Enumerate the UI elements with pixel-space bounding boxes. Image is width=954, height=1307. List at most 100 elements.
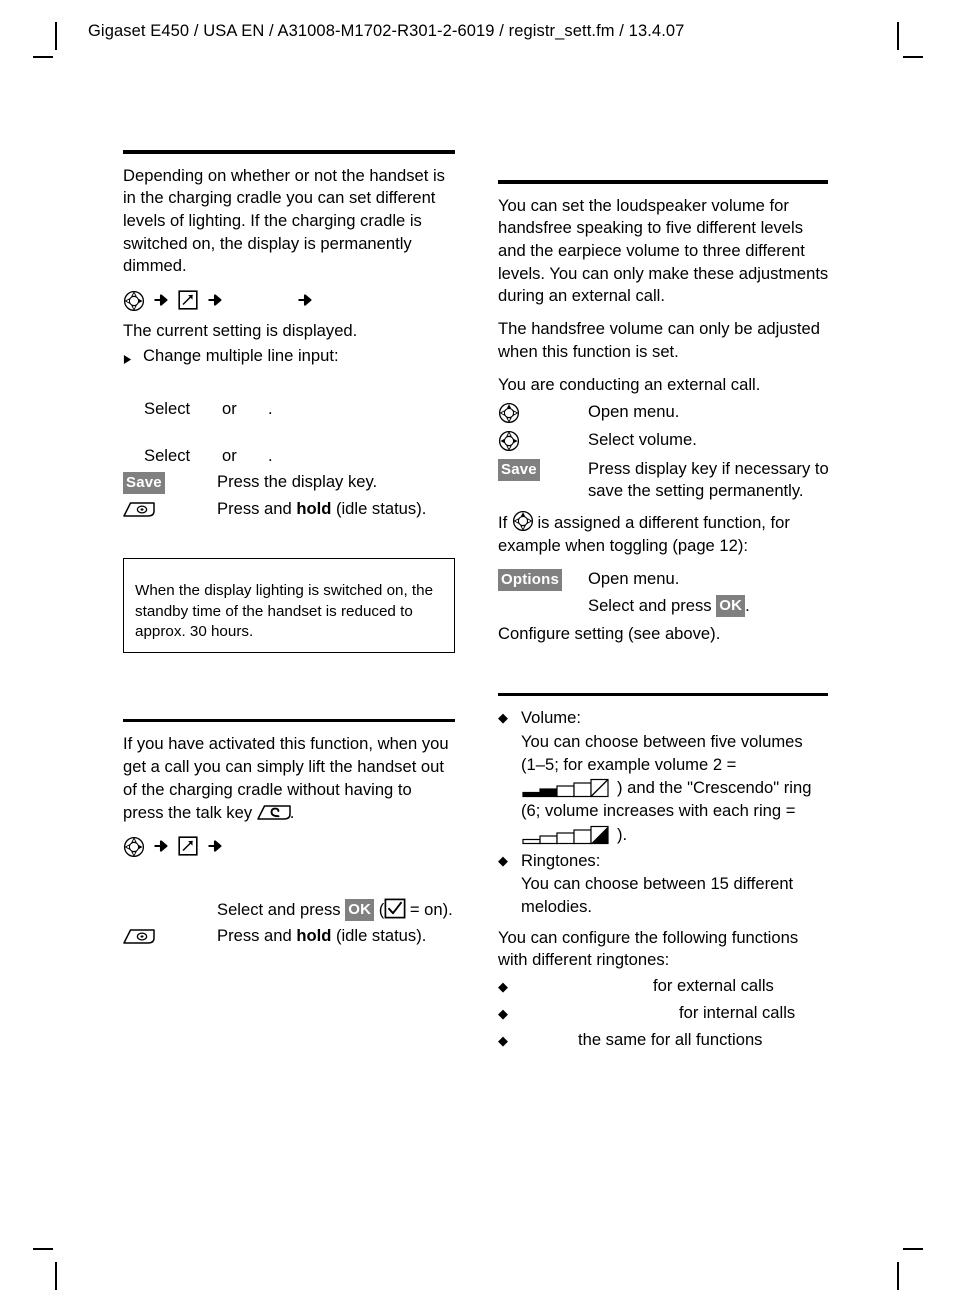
menu-path-auto-answer	[123, 834, 455, 858]
empty-key-cell	[498, 595, 588, 596]
left-column: Depending on whether or not the handset …	[123, 150, 455, 950]
display-lighting-intro: Depending on whether or not the handset …	[123, 165, 445, 276]
volume-line-5-text: ).	[617, 824, 628, 844]
diamond-bullet-icon: ◆	[498, 852, 508, 868]
nav-key-icon[interactable]	[123, 836, 145, 857]
step-save-setting-text: Press display key if necessary to save t…	[588, 458, 829, 501]
nav-key-up-icon[interactable]	[498, 402, 520, 424]
bullet-ringtones: ◆ Ringtones:	[498, 850, 830, 873]
select-row-2: Select or .	[123, 445, 455, 468]
menu-path-display-lighting	[123, 288, 455, 312]
term-item-all-label: the same for all functions	[578, 1029, 763, 1049]
crop-mark-bottom-right	[897, 1262, 899, 1290]
assigned-note-before: If	[498, 513, 512, 533]
configure-setting-text: Configure setting (see above).	[498, 624, 721, 643]
options-display-key[interactable]: Options	[498, 568, 563, 591]
section-rule-ringtones	[498, 692, 828, 697]
current-setting-text: The current setting is displayed.	[123, 321, 358, 341]
note-box-text: When the display lighting is switched on…	[135, 582, 434, 641]
step-end-call-text: Press and hold (idle status).	[217, 498, 455, 521]
select-row-1: Select or .	[123, 398, 455, 421]
diamond-bullet-icon: ◆	[498, 979, 508, 995]
select-label: Select	[144, 398, 191, 418]
end-call-key-icon[interactable]	[123, 928, 155, 945]
save-display-key[interactable]: Save	[123, 471, 165, 494]
open-paren: (	[374, 900, 385, 920]
step-select-ok-text: Select and press OK ( = on).	[217, 898, 455, 922]
bullet-volume: ◆ Volume:	[498, 707, 830, 730]
idle-status-suffix: (idle status).	[331, 926, 427, 946]
talk-key-icon[interactable]	[256, 804, 291, 821]
save-display-key[interactable]: Save	[498, 458, 540, 481]
step-select-volume: Select volume.	[498, 429, 830, 455]
end-call-key-cell	[123, 498, 217, 522]
arrow-right-icon	[207, 838, 223, 854]
crop-mark-lower-right	[903, 1248, 923, 1250]
nav-key-lr-cell	[498, 429, 588, 455]
step-end-call: Press and hold (idle status).	[123, 925, 455, 949]
end-call-key-cell	[123, 925, 217, 949]
assigned-note-after: is assigned a different function, for ex…	[498, 513, 790, 555]
options-display-key-cell: Options	[498, 568, 588, 592]
volume-line-3-text: ) and the "Crescendo" ring	[617, 778, 812, 798]
period-label: .	[268, 398, 273, 418]
ok-display-key[interactable]: OK	[345, 899, 375, 922]
empty-key-cell	[123, 898, 217, 899]
term-item-all: ◆ the same for all functions	[498, 1029, 830, 1052]
bullet-volume-body: You can choose between five volumes (1–5…	[498, 731, 830, 847]
auto-answer-intro-after: .	[289, 802, 295, 822]
precondition-text: You are conducting an external call.	[498, 374, 761, 394]
press-and-prefix: Press and	[217, 498, 297, 518]
step-select-volume-text: Select volume.	[588, 429, 697, 449]
ringtones-line-2: melodies.	[521, 896, 593, 916]
settings-key-icon[interactable]	[178, 836, 198, 856]
select-label: Select	[144, 446, 191, 466]
volume-line-4: (6; volume increases with each ring =	[521, 801, 796, 821]
term-item-internal: ◆ for internal calls	[498, 1002, 830, 1025]
page-header: Gigaset E450 / USA EN / A31008-M1702-R30…	[88, 22, 685, 40]
step-save: Save Press the display key.	[123, 471, 455, 495]
or-label: or	[222, 446, 237, 466]
arrow-right-icon	[297, 292, 313, 308]
change-multiple-line-input-item: Change multiple line input:	[123, 345, 455, 372]
volume-line-1: You can choose between five volumes	[521, 731, 803, 751]
nav-key-up-cell	[498, 401, 588, 427]
bullet-volume-title: Volume:	[521, 708, 581, 728]
step-select-press-ok: Select and press OK.	[498, 595, 830, 618]
press-and-prefix: Press and	[217, 926, 297, 946]
bullet-ringtones-title: Ringtones:	[521, 850, 601, 870]
diamond-bullet-icon: ◆	[498, 710, 508, 726]
crop-mark-upper-right	[903, 56, 923, 58]
term-item-external: ◆ for external calls	[498, 975, 830, 998]
options-steps: Options Open menu. Select and press OK.	[498, 568, 830, 618]
right-column: You can set the loudspeaker volume for h…	[498, 180, 830, 1051]
crop-mark-bottom-left	[55, 1262, 57, 1290]
volume-level-2-icon	[521, 776, 617, 798]
triangle-bullet-icon	[123, 345, 143, 372]
hold-emphasis: hold	[296, 926, 332, 946]
settings-key-icon[interactable]	[178, 290, 198, 310]
nav-key-up-icon[interactable]	[512, 510, 533, 532]
nav-key-lr-icon[interactable]	[498, 430, 520, 452]
save-display-key-cell: Save	[498, 458, 588, 482]
volume-steps: Open menu. Select volume. Save Press dis…	[498, 401, 830, 503]
step-save-setting: Save Press display key if necessary to s…	[498, 458, 830, 503]
period-label: .	[268, 446, 273, 466]
handsfree-note: The handsfree volume can only be adjuste…	[498, 319, 820, 361]
volume-intro: You can set the loudspeaker volume for h…	[498, 195, 829, 306]
step-select-ok: Select and press OK ( = on).	[123, 898, 455, 922]
period-suffix: .	[745, 596, 750, 616]
hold-emphasis: hold	[296, 498, 332, 518]
arrow-right-icon	[153, 838, 169, 854]
select-and-press-prefix: Select and press	[217, 900, 346, 920]
volume-line-2: (1–5; for example volume 2 =	[521, 754, 737, 774]
nav-key-icon[interactable]	[123, 290, 145, 311]
bullet-ringtones-body: You can choose between 15 different melo…	[498, 873, 830, 918]
note-box-standby-time: When the display lighting is switched on…	[123, 558, 455, 653]
configure-functions-intro: You can configure the following function…	[498, 927, 799, 970]
volume-line-5: ).	[521, 823, 830, 847]
auto-answer-steps: Select and press OK ( = on). Press and h…	[123, 898, 455, 948]
term-item-external-label: for external calls	[653, 976, 774, 996]
end-call-key-icon[interactable]	[123, 501, 155, 518]
ok-display-key[interactable]: OK	[716, 595, 746, 618]
